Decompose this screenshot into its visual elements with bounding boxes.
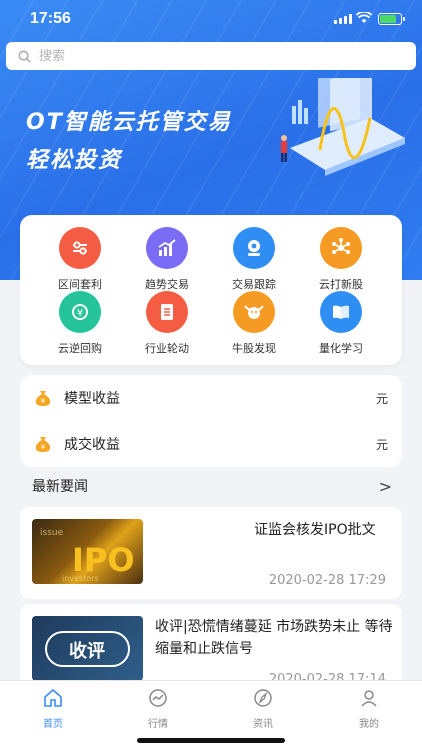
battery-icon <box>378 13 405 25</box>
quick-action-label: 区间套利 <box>58 278 102 291</box>
thumb-text: 收评 <box>69 640 105 662</box>
tab-home[interactable]: 首页 <box>23 687 83 730</box>
chevron-right-icon[interactable]: > <box>379 477 392 496</box>
tab-profile[interactable]: 我的 <box>339 687 399 730</box>
news-section-header[interactable]: 最新要闻 > <box>32 476 392 496</box>
quick-action-label: 交易跟踪 <box>232 278 276 291</box>
svg-text:¥: ¥ <box>77 308 83 319</box>
news-thumbnail: 收评 <box>32 616 143 681</box>
quick-action-label: 云打新股 <box>319 278 363 291</box>
quick-action-quant-learning[interactable]: 量化学习 <box>301 291 381 356</box>
quick-action-label: 行业轮动 <box>145 342 189 355</box>
quick-actions-panel: 区间套利 趋势交易 交易跟踪 云打新股 ¥ 云逆回购 行业轮动 牛股发现 量化学… <box>20 215 402 365</box>
news-thumbnail: issue IPO investors <box>32 519 143 584</box>
quick-action-trend-trading[interactable]: 趋势交易 <box>127 227 207 292</box>
wifi-icon <box>356 12 372 23</box>
news-date: 2020-02-28 17:29 <box>268 573 386 588</box>
trend-chart-icon <box>146 227 188 269</box>
sliders-icon <box>59 227 101 269</box>
home-icon <box>44 688 62 707</box>
profit-panel: ¥ 模型收益 元 ¥ 成交收益 元 <box>20 375 402 467</box>
trade-profit-row[interactable]: ¥ 成交收益 元 <box>20 421 402 467</box>
document-icon <box>146 291 188 333</box>
quick-action-sector-rotation[interactable]: 行业轮动 <box>127 291 207 356</box>
cellular-signal-icon <box>334 14 352 24</box>
network-icon <box>320 227 362 269</box>
svg-text:¥: ¥ <box>41 443 46 451</box>
market-icon <box>149 689 167 707</box>
search-icon <box>18 50 31 63</box>
banner-subtitle: 轻松投资 <box>26 148 123 173</box>
model-profit-label: 模型收益 <box>64 391 120 407</box>
search-bar[interactable] <box>6 42 416 70</box>
repurchase-icon: ¥ <box>59 291 101 333</box>
quick-action-label: 牛股发现 <box>232 342 276 355</box>
quick-action-label: 量化学习 <box>319 342 363 355</box>
quick-action-bull-stock[interactable]: 牛股发现 <box>214 291 294 356</box>
quick-action-cloud-repurchase[interactable]: ¥ 云逆回购 <box>40 291 120 356</box>
status-bar: 17:56 <box>0 0 422 40</box>
svg-text:¥: ¥ <box>41 397 46 405</box>
tab-news[interactable]: 资讯 <box>233 687 293 730</box>
quick-action-cloud-ipo[interactable]: 云打新股 <box>301 227 381 292</box>
money-bag-icon: ¥ <box>35 437 51 452</box>
quick-action-trade-tracking[interactable]: 交易跟踪 <box>214 227 294 292</box>
tab-market[interactable]: 行情 <box>128 687 188 730</box>
quick-action-label: 趋势交易 <box>145 278 189 291</box>
banner-title: OT智能云托管交易 <box>26 110 232 135</box>
news-heading: 最新要闻 <box>32 479 88 495</box>
banner-slogan: OT智能云托管交易 轻松投资 <box>26 104 232 174</box>
bull-icon <box>233 291 275 333</box>
news-title: 收评|恐慌情绪蔓延 市场跌势未止 等待缩量和止跌信号 <box>155 619 393 657</box>
user-icon <box>361 690 377 707</box>
svg-text:issue: issue <box>40 528 64 538</box>
news-card[interactable]: issue IPO investors 证监会核发IPO批文 2020-02-2… <box>20 507 402 599</box>
banner-illustration <box>281 78 405 176</box>
compass-icon <box>254 689 272 707</box>
quick-action-label: 云逆回购 <box>58 342 102 355</box>
tracking-icon <box>233 227 275 269</box>
model-profit-unit: 元 <box>375 391 388 406</box>
home-indicator[interactable] <box>137 738 285 743</box>
status-time: 17:56 <box>30 10 71 27</box>
model-profit-row[interactable]: ¥ 模型收益 元 <box>20 375 402 421</box>
tab-label: 我的 <box>359 719 379 730</box>
tab-label: 行情 <box>148 719 168 730</box>
search-input[interactable] <box>39 48 379 64</box>
book-icon <box>320 291 362 333</box>
money-bag-icon: ¥ <box>35 391 51 406</box>
quick-action-interval-arbitrage[interactable]: 区间套利 <box>40 227 120 292</box>
tab-label: 资讯 <box>253 719 273 730</box>
trade-profit-unit: 元 <box>375 437 388 452</box>
trade-profit-label: 成交收益 <box>64 437 120 453</box>
news-title: 证监会核发IPO批文 <box>254 522 376 538</box>
svg-text:investors: investors <box>62 574 99 583</box>
tab-label: 首页 <box>43 719 63 730</box>
